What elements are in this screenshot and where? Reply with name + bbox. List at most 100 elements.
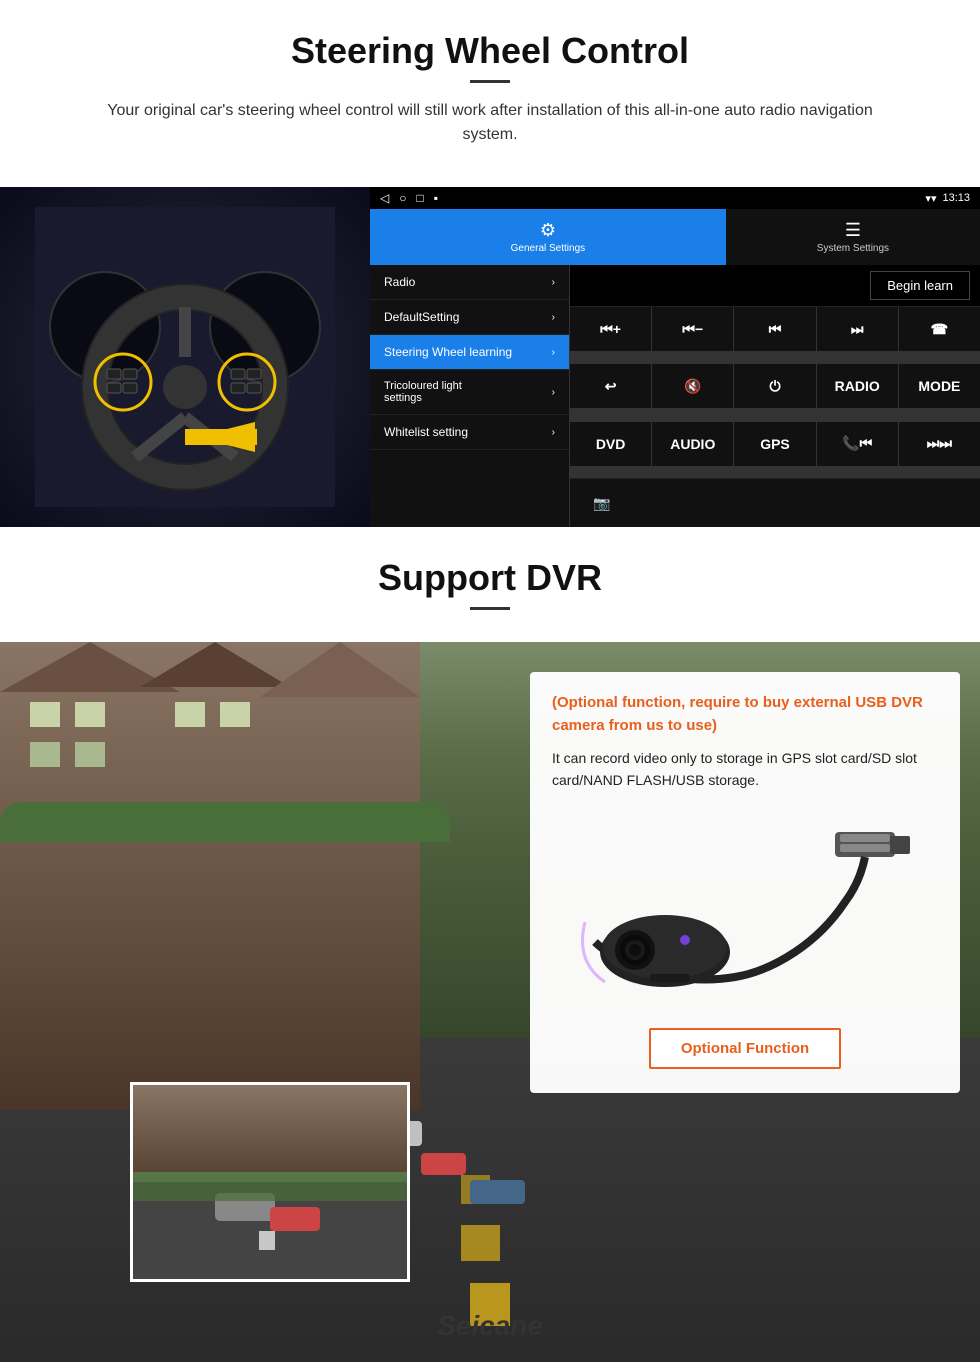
next-icon: ⏭ bbox=[851, 321, 864, 338]
menu-radio-label: Radio bbox=[384, 275, 415, 289]
control-grid: ⏮+ ⏮− ⏮ ⏭ ☎ ↩ 🔇 ⏻ RADIO MODE DVD AUDIO G… bbox=[570, 307, 980, 478]
thumb-car-2 bbox=[270, 1207, 320, 1231]
car-2 bbox=[421, 1153, 466, 1175]
title-divider bbox=[470, 80, 510, 83]
ctrl-mute[interactable]: 🔇 bbox=[652, 364, 733, 408]
home-btn[interactable]: ○ bbox=[399, 191, 406, 205]
dvr-overlay-panel: (Optional function, require to buy exter… bbox=[530, 672, 960, 1093]
window-5 bbox=[175, 702, 205, 727]
tab-system-settings[interactable]: ☰ System Settings bbox=[726, 209, 980, 265]
window-3 bbox=[30, 742, 60, 767]
android-statusbar: ◁ ○ □ ▪ ▾▾ 13:13 bbox=[370, 187, 980, 209]
menu-radio-arrow: › bbox=[552, 277, 555, 288]
statusbar-left: ◁ ○ □ ▪ bbox=[380, 191, 438, 205]
ctrl-camera[interactable]: 📷 bbox=[580, 485, 624, 521]
prev-icon: ⏮ bbox=[769, 321, 782, 338]
ctrl-power[interactable]: ⏻ bbox=[734, 364, 815, 408]
camera-svg bbox=[575, 822, 915, 1002]
dvr-camera-image bbox=[552, 812, 938, 1012]
radio-label: RADIO bbox=[835, 378, 880, 394]
ctrl-tel-next[interactable]: ⏭⏭ bbox=[899, 422, 980, 466]
tab-general-settings[interactable]: ⚙ General Settings bbox=[370, 209, 726, 265]
android-content: Radio › DefaultSetting › Steering Wheel … bbox=[370, 265, 980, 527]
ctrl-phone[interactable]: ☎ bbox=[899, 307, 980, 351]
menu-steering-arrow: › bbox=[552, 347, 555, 358]
window-2 bbox=[75, 702, 105, 727]
dvr-divider bbox=[470, 607, 510, 610]
recent-btn[interactable]: □ bbox=[416, 191, 423, 205]
menu-item-steering[interactable]: Steering Wheel learning › bbox=[370, 335, 569, 370]
ctrl-prev[interactable]: ⏮ bbox=[734, 307, 815, 351]
steering-ui-container: RPM km/h bbox=[0, 187, 980, 527]
system-icon: ☰ bbox=[845, 220, 861, 241]
dvr-optional-text: (Optional function, require to buy exter… bbox=[552, 692, 938, 737]
ctrl-next[interactable]: ⏭ bbox=[817, 307, 898, 351]
steering-wheel-svg: RPM km/h bbox=[35, 207, 335, 507]
time-display: 13:13 bbox=[942, 192, 970, 204]
menu-whitelist-arrow: › bbox=[552, 427, 555, 438]
back-btn[interactable]: ◁ bbox=[380, 191, 389, 205]
menu-btn[interactable]: ▪ bbox=[434, 191, 438, 205]
thumb-road-line bbox=[259, 1231, 275, 1250]
ctrl-gps[interactable]: GPS bbox=[734, 422, 815, 466]
gps-label: GPS bbox=[760, 436, 790, 452]
menu-item-tricolour[interactable]: Tricoloured lightsettings › bbox=[370, 370, 569, 415]
mute-icon: 🔇 bbox=[684, 378, 701, 395]
hedge bbox=[0, 802, 450, 842]
menu-item-default[interactable]: DefaultSetting › bbox=[370, 300, 569, 335]
power-icon: ⏻ bbox=[769, 378, 780, 395]
ctrl-audio[interactable]: AUDIO bbox=[652, 422, 733, 466]
menu-item-radio[interactable]: Radio › bbox=[370, 265, 569, 300]
optional-function-button[interactable]: Optional Function bbox=[649, 1028, 841, 1069]
thumb-buildings bbox=[133, 1085, 407, 1172]
signal-icon: ▾▾ bbox=[925, 192, 936, 205]
menu-tricolour-arrow: › bbox=[552, 387, 555, 398]
window-4 bbox=[75, 742, 105, 767]
android-tabs: ⚙ General Settings ☰ System Settings bbox=[370, 209, 980, 265]
menu-item-whitelist[interactable]: Whitelist setting › bbox=[370, 415, 569, 450]
steering-section: Steering Wheel Control Your original car… bbox=[0, 0, 980, 187]
mode-label: MODE bbox=[918, 378, 960, 394]
tel-prev-icon: 📞⏮ bbox=[842, 435, 872, 452]
gear-icon: ⚙ bbox=[540, 220, 556, 241]
menu-default-arrow: › bbox=[552, 312, 555, 323]
dvr-title: Support DVR bbox=[0, 557, 980, 599]
ctrl-back[interactable]: ↩ bbox=[570, 364, 651, 408]
buildings-left bbox=[0, 642, 420, 1110]
ctrl-radio[interactable]: RADIO bbox=[817, 364, 898, 408]
menu-default-label: DefaultSetting bbox=[384, 310, 459, 324]
dvr-description: It can record video only to storage in G… bbox=[552, 747, 938, 792]
phone-icon: ☎ bbox=[931, 321, 948, 338]
android-right-panel: Begin learn ⏮+ ⏮− ⏮ ⏭ ☎ ↩ 🔇 ⏻ RADIO MODE bbox=[570, 265, 980, 527]
ctrl-vol-down[interactable]: ⏮− bbox=[652, 307, 733, 351]
steering-wheel-image: RPM km/h bbox=[0, 187, 370, 527]
car-3 bbox=[470, 1180, 525, 1204]
tab-general-label: General Settings bbox=[511, 243, 586, 254]
vol-up-icon: ⏮+ bbox=[600, 321, 621, 338]
dvr-background: (Optional function, require to buy exter… bbox=[0, 642, 980, 1362]
android-panel: ◁ ○ □ ▪ ▾▾ 13:13 ⚙ General Settings ☰ Sy… bbox=[370, 187, 980, 527]
dvr-thumbnail bbox=[130, 1082, 410, 1282]
menu-tricolour-label: Tricoloured lightsettings bbox=[384, 380, 462, 404]
menu-whitelist-label: Whitelist setting bbox=[384, 425, 468, 439]
vol-down-icon: ⏮− bbox=[682, 321, 703, 338]
seicane-logo: Seicane bbox=[437, 1310, 543, 1342]
dvr-thumb-scene bbox=[133, 1085, 407, 1279]
camera-icon: 📷 bbox=[593, 495, 610, 512]
begin-learn-button[interactable]: Begin learn bbox=[870, 271, 970, 300]
section-title: Steering Wheel Control bbox=[40, 30, 940, 72]
ctrl-tel-prev[interactable]: 📞⏮ bbox=[817, 422, 898, 466]
tel-next-icon: ⏭⏭ bbox=[927, 435, 952, 452]
tab-system-label: System Settings bbox=[817, 243, 889, 254]
menu-steering-label: Steering Wheel learning bbox=[384, 345, 512, 359]
dvr-section: Support DVR (Optional function, bbox=[0, 527, 980, 1362]
window-1 bbox=[30, 702, 60, 727]
window-6 bbox=[220, 702, 250, 727]
ctrl-vol-up[interactable]: ⏮+ bbox=[570, 307, 651, 351]
dvr-title-area: Support DVR bbox=[0, 527, 980, 642]
ctrl-dvd[interactable]: DVD bbox=[570, 422, 651, 466]
ctrl-mode[interactable]: MODE bbox=[899, 364, 980, 408]
road-line-2 bbox=[461, 1225, 500, 1261]
audio-label: AUDIO bbox=[670, 436, 715, 452]
android-menu: Radio › DefaultSetting › Steering Wheel … bbox=[370, 265, 570, 527]
